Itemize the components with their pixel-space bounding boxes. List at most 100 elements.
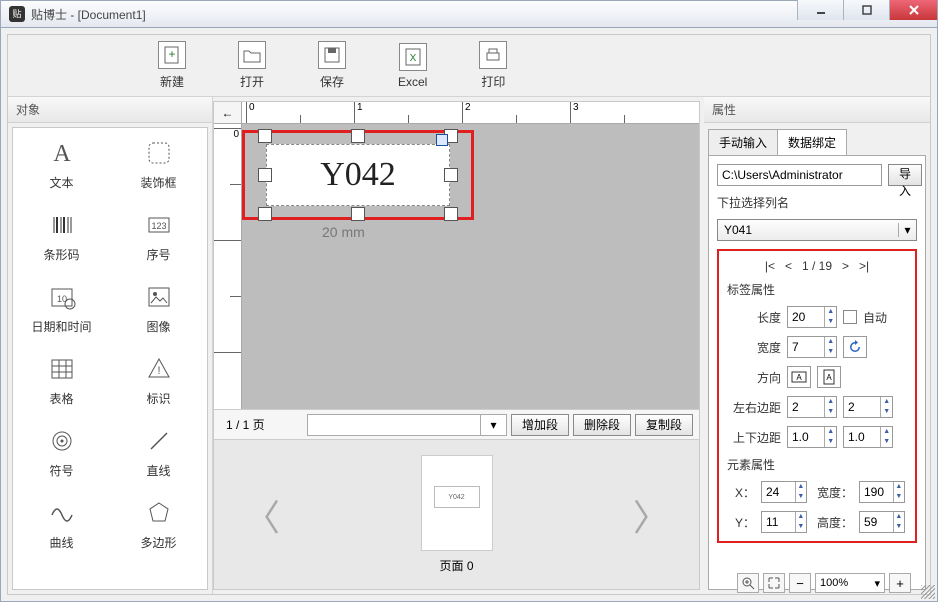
label-object[interactable]: Y042	[242, 130, 474, 220]
symbol-icon	[47, 426, 77, 456]
segment-combo[interactable]: ▾	[307, 414, 507, 436]
import-button[interactable]: 导入	[888, 164, 922, 186]
zoom-out-button[interactable]: −	[789, 573, 811, 593]
obj-symbol[interactable]: 符号	[13, 416, 110, 488]
thumb-sample-text: Y042	[434, 486, 480, 508]
y-label: Y：	[727, 514, 755, 531]
obj-line[interactable]: 直线	[110, 416, 207, 488]
minimize-button[interactable]	[797, 0, 843, 20]
excel-icon: X	[399, 43, 427, 71]
resize-handle-bl[interactable]	[258, 207, 272, 221]
resize-handle-tm[interactable]	[351, 129, 365, 143]
properties-tabs: 手动输入 数据绑定	[708, 129, 926, 156]
zoom-value: 100%	[820, 577, 848, 589]
thumb-prev-button[interactable]: 〈	[244, 489, 280, 541]
thumb-next-button[interactable]: 〉	[633, 489, 669, 541]
barcode-icon	[47, 210, 77, 240]
new-icon: +	[158, 41, 186, 69]
delete-segment-button[interactable]: 删除段	[573, 414, 631, 436]
obj-serial[interactable]: 123序号	[110, 200, 207, 272]
orientation-landscape[interactable]: A	[787, 366, 811, 388]
frame-icon	[144, 138, 174, 168]
obj-datetime[interactable]: 10日期和时间	[13, 272, 110, 344]
obj-text[interactable]: A文本	[13, 128, 110, 200]
pager-last[interactable]: >|	[859, 259, 869, 273]
toolbar-print[interactable]: 打印	[479, 41, 507, 90]
polygon-icon	[144, 498, 174, 528]
expand-icon	[767, 576, 781, 590]
orientation-portrait[interactable]: A	[817, 366, 841, 388]
column-select-label: 下拉选择列名	[717, 194, 917, 211]
svg-text:X: X	[409, 53, 416, 64]
tb-margin-label: 上下边距	[727, 429, 781, 446]
x-label: X：	[727, 484, 755, 501]
serial-icon: 123	[144, 210, 174, 240]
toolbar-open[interactable]: 打开	[238, 41, 266, 90]
obj-table[interactable]: 表格	[13, 344, 110, 416]
obj-sign[interactable]: !标识	[110, 344, 207, 416]
text-element[interactable]: Y042	[266, 144, 450, 206]
length-spinner[interactable]: ▲▼	[787, 306, 837, 328]
tab-manual-input[interactable]: 手动输入	[708, 129, 778, 156]
page-thumbnail[interactable]: Y042 页面 0	[417, 455, 497, 574]
top-margin-spinner[interactable]: ▲▼	[787, 426, 837, 448]
pager-prev[interactable]: <	[785, 259, 792, 273]
width-spinner[interactable]: ▲▼	[787, 336, 837, 358]
obj-image[interactable]: 图像	[110, 272, 207, 344]
refresh-button[interactable]	[843, 336, 867, 358]
auto-checkbox[interactable]	[843, 310, 857, 324]
zoom-fit-button[interactable]	[737, 573, 759, 593]
properties-panel-title: 属性	[704, 97, 930, 123]
length-label: 长度	[747, 309, 781, 326]
resize-handle-tl[interactable]	[258, 129, 272, 143]
pager-first[interactable]: |<	[765, 259, 775, 273]
obj-curve[interactable]: 曲线	[13, 488, 110, 560]
toolbar-new[interactable]: + 新建	[158, 41, 186, 90]
toolbar-save-label: 保存	[320, 73, 344, 90]
sign-icon: !	[144, 354, 174, 384]
import-path-input[interactable]	[717, 164, 882, 186]
toolbar-save[interactable]: 保存	[318, 41, 346, 90]
label-props-title: 标签属性	[727, 281, 907, 298]
zoom-combo[interactable]: 100%▾	[815, 573, 885, 593]
close-button[interactable]	[889, 0, 937, 20]
resize-grip[interactable]	[921, 585, 935, 599]
left-margin-spinner[interactable]: ▲▼	[787, 396, 837, 418]
status-bar: − 100%▾ +	[7, 571, 931, 595]
curve-icon	[47, 498, 77, 528]
tab-data-binding[interactable]: 数据绑定	[777, 129, 847, 156]
toolbar-excel[interactable]: X Excel	[398, 43, 427, 89]
open-icon	[238, 41, 266, 69]
resize-handle-br[interactable]	[444, 207, 458, 221]
zoom-actual-button[interactable]	[763, 573, 785, 593]
maximize-button[interactable]	[843, 0, 889, 20]
copy-segment-button[interactable]: 复制段	[635, 414, 693, 436]
y-spinner[interactable]: ▲▼	[761, 511, 807, 533]
add-segment-button[interactable]: 增加段	[511, 414, 569, 436]
pager-position: 1 / 19	[802, 259, 832, 273]
column-select[interactable]: Y041 ▾	[717, 219, 917, 241]
app-icon: 贴	[9, 6, 25, 22]
zoom-fit-icon	[741, 576, 755, 590]
resize-handle-bm[interactable]	[351, 207, 365, 221]
obj-polygon[interactable]: 多边形	[110, 488, 207, 560]
svg-text:A: A	[796, 373, 802, 382]
zoom-in-button[interactable]: +	[889, 573, 911, 593]
resize-handle-mr[interactable]	[444, 168, 458, 182]
elem-width-spinner[interactable]: ▲▼	[859, 481, 905, 503]
auto-label: 自动	[863, 309, 887, 326]
orientation-label: 方向	[747, 369, 781, 386]
obj-frame[interactable]: 装饰框	[110, 128, 207, 200]
x-spinner[interactable]: ▲▼	[761, 481, 807, 503]
resize-handle-ml[interactable]	[258, 168, 272, 182]
right-margin-spinner[interactable]: ▲▼	[843, 396, 893, 418]
bottom-margin-spinner[interactable]: ▲▼	[843, 426, 893, 448]
main-toolbar: + 新建 打开 保存 X Excel 打印	[8, 35, 930, 97]
elem-height-spinner[interactable]: ▲▼	[859, 511, 905, 533]
chevron-down-icon: ▾	[480, 415, 506, 435]
pager-next[interactable]: >	[842, 259, 849, 273]
design-canvas[interactable]: Y042 20 mm	[242, 124, 699, 409]
obj-barcode[interactable]: 条形码	[13, 200, 110, 272]
rotate-handle[interactable]	[436, 134, 448, 146]
ruler-origin-button[interactable]: ←	[214, 102, 242, 124]
